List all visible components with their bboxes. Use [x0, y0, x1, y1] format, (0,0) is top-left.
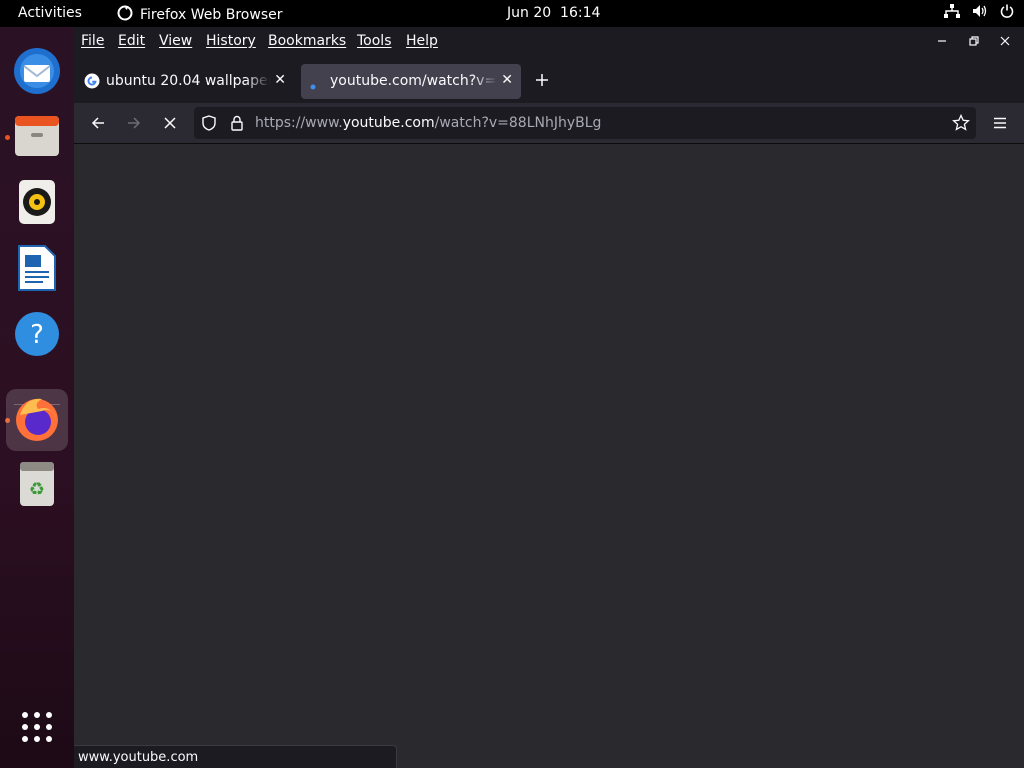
tab-youtube[interactable]: youtube.com/watch?v=88 ✕ — [301, 64, 521, 99]
trash-launcher[interactable]: ♻ — [6, 455, 68, 517]
url-path: /watch?v=88LNhJhyBLg — [434, 115, 602, 131]
menu-tools[interactable]: Tools — [357, 33, 392, 49]
show-apps-button[interactable] — [6, 698, 68, 760]
help-icon: ? — [14, 311, 60, 361]
loading-dot-icon — [310, 78, 316, 94]
files-launcher[interactable] — [6, 107, 68, 169]
url-bar[interactable]: https://www.youtube.com/watch?v=88LNhJhy… — [194, 107, 976, 139]
close-tab-icon[interactable]: ✕ — [274, 72, 286, 88]
dock: ? ♻ — [0, 27, 74, 768]
svg-text:?: ? — [30, 320, 44, 350]
svg-text:♻: ♻ — [29, 479, 45, 500]
volume-icon — [972, 4, 988, 22]
stop-button[interactable] — [158, 111, 182, 135]
tab-google-search[interactable]: ubuntu 20.04 wallpaper - ✕ — [78, 64, 294, 99]
google-icon — [84, 73, 100, 93]
app-menu-button[interactable] — [988, 111, 1012, 135]
firefox-small-icon — [117, 5, 133, 25]
page-content[interactable] — [74, 144, 1024, 768]
lock-icon[interactable] — [230, 115, 244, 135]
menu-history[interactable]: History — [206, 33, 256, 49]
back-button[interactable] — [86, 111, 110, 135]
files-icon — [14, 115, 60, 161]
help-launcher[interactable]: ? — [6, 305, 68, 367]
bookmark-star-icon[interactable] — [952, 113, 970, 136]
menu-bookmarks[interactable]: Bookmarks — [268, 33, 346, 49]
url-prefix: https://www. — [255, 115, 343, 131]
clock[interactable]: Jun 20 16:14 — [507, 5, 600, 21]
tab-title: ubuntu 20.04 wallpaper - — [106, 73, 270, 89]
app-name: Firefox Web Browser — [140, 7, 283, 23]
system-tray[interactable] — [944, 4, 1014, 22]
libreoffice-writer-icon — [18, 245, 56, 295]
power-icon — [1000, 4, 1014, 22]
firefox-launcher[interactable] — [6, 389, 68, 451]
menu-edit[interactable]: Edit — [118, 33, 145, 49]
rhythmbox-launcher[interactable] — [6, 173, 68, 235]
menu-view[interactable]: View — [159, 33, 192, 49]
tab-strip: ubuntu 20.04 wallpaper - ✕ youtube.com/w… — [74, 59, 1024, 103]
app-menu[interactable]: Firefox Web Browser — [117, 5, 283, 25]
thunderbird-launcher[interactable] — [6, 42, 68, 104]
network-icon — [944, 4, 960, 22]
close-window-button[interactable] — [999, 35, 1011, 51]
navigation-toolbar: https://www.youtube.com/watch?v=88LNhJhy… — [74, 103, 1024, 144]
url-host: youtube.com — [342, 115, 435, 131]
status-text: www.youtube.com — [78, 750, 199, 765]
status-panel: www.youtube.com — [74, 745, 397, 768]
menu-help[interactable]: Help — [406, 33, 438, 49]
restore-button[interactable] — [968, 35, 980, 51]
apps-grid-icon — [21, 711, 53, 747]
activities-button[interactable]: Activities — [18, 5, 82, 21]
top-bar: Activities Firefox Web Browser Jun 20 16… — [0, 0, 1024, 27]
new-tab-button[interactable] — [535, 68, 549, 92]
menu-bar: File Edit View History Bookmarks Tools H… — [74, 27, 1024, 59]
url-text[interactable]: https://www.youtube.com/watch?v=88LNhJhy… — [255, 115, 601, 131]
trash-icon: ♻ — [19, 461, 55, 511]
forward-button[interactable] — [122, 111, 146, 135]
thunderbird-icon — [12, 46, 62, 100]
rhythmbox-icon — [18, 179, 56, 229]
tab-title: youtube.com/watch?v=88 — [330, 73, 498, 89]
menu-file[interactable]: File — [81, 33, 104, 49]
close-tab-icon[interactable]: ✕ — [501, 72, 513, 88]
firefox-icon — [12, 393, 62, 447]
tracking-protection-shield-icon[interactable] — [201, 115, 217, 135]
minimize-button[interactable] — [936, 35, 948, 51]
writer-launcher[interactable] — [6, 239, 68, 301]
firefox-window: File Edit View History Bookmarks Tools H… — [74, 27, 1024, 768]
